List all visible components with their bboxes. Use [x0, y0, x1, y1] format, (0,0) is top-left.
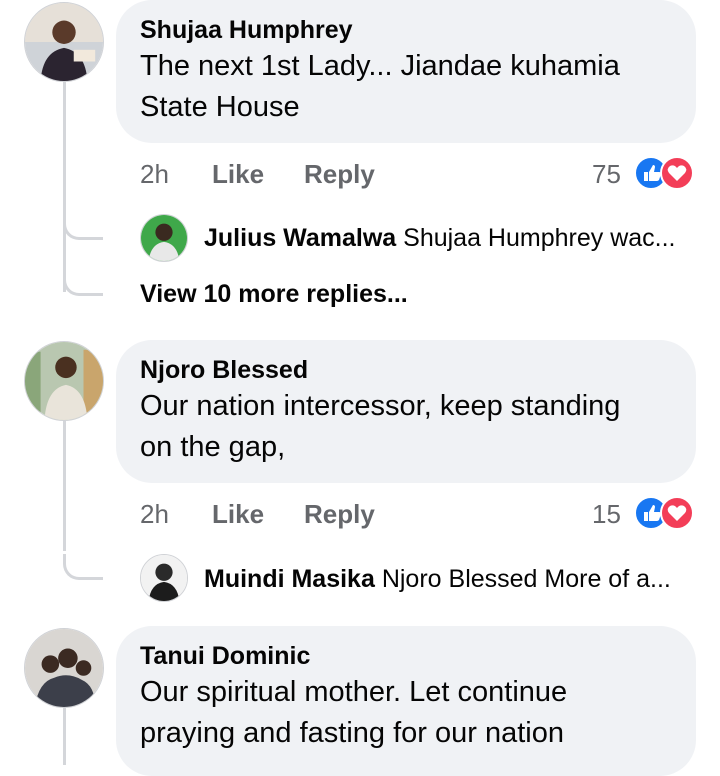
comment-text: on the gap,	[140, 431, 286, 463]
like-button[interactable]: Like	[212, 499, 264, 530]
reply-button[interactable]: Reply	[304, 159, 375, 190]
comment-author[interactable]: Shujaa Humphrey	[140, 14, 670, 46]
thread-branch	[63, 214, 103, 240]
reactions[interactable]	[634, 495, 694, 531]
reply-author[interactable]: Julius Wamalwa	[204, 224, 396, 252]
thread-branch	[63, 554, 103, 580]
thread-line	[63, 421, 66, 551]
thread-line	[63, 82, 66, 292]
reply-snippet: Njoro Blessed More of a...	[381, 565, 671, 593]
reactions[interactable]	[634, 155, 694, 191]
reply-author[interactable]: Muindi Masika	[204, 565, 375, 593]
avatar[interactable]	[24, 2, 104, 82]
comment-timestamp[interactable]: 2h	[140, 499, 169, 530]
comment-author[interactable]: Tanui Dominic	[140, 640, 670, 672]
thread-line	[63, 708, 66, 765]
avatar[interactable]	[24, 628, 104, 708]
reply-preview[interactable]: Muindi Masika Njoro Blessed More of a...	[204, 565, 704, 615]
love-icon	[660, 496, 694, 530]
reply-preview[interactable]: Julius Wamalwa Shujaa Humphrey wac...	[204, 224, 704, 274]
love-icon	[660, 156, 694, 190]
comment-text: State House	[140, 91, 300, 123]
comment-bubble: Njoro Blessed Our nation intercessor, ke…	[116, 340, 696, 483]
comment-text: The next 1st Lady... Jiandae kuhamia	[140, 50, 620, 82]
like-button[interactable]: Like	[212, 159, 264, 190]
comment-bubble: Tanui Dominic Our spiritual mother. Let …	[116, 626, 696, 776]
thread-branch	[63, 270, 103, 296]
avatar[interactable]	[24, 341, 104, 421]
comment-bubble: Shujaa Humphrey The next 1st Lady... Jia…	[116, 0, 696, 143]
comment-author[interactable]: Njoro Blessed	[140, 354, 670, 386]
reply-snippet: Shujaa Humphrey wac...	[403, 224, 676, 252]
avatar[interactable]	[140, 554, 188, 602]
reaction-count[interactable]: 75	[592, 159, 621, 190]
reply-button[interactable]: Reply	[304, 499, 375, 530]
reaction-count[interactable]: 15	[592, 499, 621, 530]
comment-timestamp[interactable]: 2h	[140, 159, 169, 190]
comment-text: Our spiritual mother. Let continue	[140, 676, 568, 708]
comment-text: praying and fasting for our nation	[140, 717, 564, 749]
comment-text: Our nation intercessor, keep standing	[140, 390, 621, 422]
avatar[interactable]	[140, 214, 188, 262]
view-more-replies-link[interactable]: View 10 more replies...	[140, 280, 408, 309]
